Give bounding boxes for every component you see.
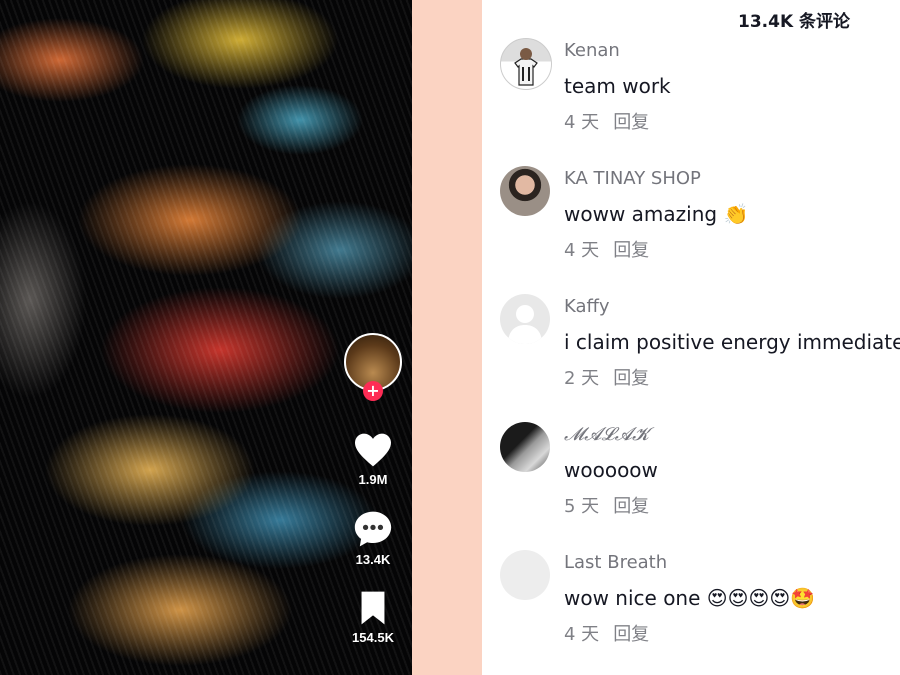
comment-item[interactable]: 𝓜𝓐𝓛𝓐𝓚 wooooow 5 天回复	[482, 422, 900, 532]
video-player[interactable]: + 1.9M 13.4K 154.5K	[0, 0, 412, 675]
follow-button[interactable]: +	[363, 381, 383, 401]
comments-header: 13.4K 条评论	[738, 12, 851, 32]
comment-text: team work	[564, 74, 671, 98]
comment-item[interactable]: KA TINAY SHOP woww amazing 👏 4 天回复	[482, 166, 900, 276]
bookmark-icon	[361, 591, 385, 625]
reply-button[interactable]: 回复	[613, 112, 649, 133]
like-count: 1.9M	[358, 472, 388, 487]
comment-username[interactable]: Kenan	[564, 40, 620, 61]
comment-count: 13.4K	[355, 552, 391, 567]
comment-bubble-icon	[354, 511, 392, 547]
avatar[interactable]	[500, 166, 550, 216]
comment-text: wooooow	[564, 458, 658, 482]
comment-username[interactable]: 𝓜𝓐𝓛𝓐𝓚	[564, 424, 649, 445]
comment-time: 5 天	[564, 496, 600, 517]
comment-time: 4 天	[564, 624, 600, 645]
avatar[interactable]	[500, 294, 550, 344]
comment-text: wow nice one 😍😍😍😍🤩	[564, 586, 816, 610]
reply-button[interactable]: 回复	[613, 368, 649, 389]
reply-button[interactable]: 回复	[613, 240, 649, 261]
comment-time: 4 天	[564, 240, 600, 261]
comment-meta: 5 天回复	[564, 492, 649, 518]
comment-username[interactable]: Kaffy	[564, 296, 610, 317]
avatar[interactable]	[500, 422, 550, 472]
avatar[interactable]	[500, 550, 550, 600]
comment-item[interactable]: Kaffy i claim positive energy immediatel…	[482, 294, 900, 404]
comment-meta: 4 天回复	[564, 620, 649, 646]
avatar[interactable]	[500, 38, 552, 90]
comment-item[interactable]: Last Breath wow nice one 😍😍😍😍🤩 4 天回复	[482, 550, 900, 660]
comments-panel[interactable]: 13.4K 条评论 Kenan team work 4 天回复 KA TINAY…	[482, 0, 900, 675]
comment-meta: 4 天回复	[564, 108, 649, 134]
like-button[interactable]: 1.9M	[340, 432, 406, 487]
default-avatar-icon	[508, 305, 542, 344]
heart-icon	[355, 433, 391, 467]
comment-button[interactable]: 13.4K	[340, 510, 406, 567]
comment-username[interactable]: Last Breath	[564, 552, 667, 573]
comment-text: i claim positive energy immediately	[564, 330, 900, 354]
comment-meta: 4 天回复	[564, 236, 649, 262]
comment-time: 4 天	[564, 112, 600, 133]
reply-button[interactable]: 回复	[613, 496, 649, 517]
bookmark-count: 154.5K	[352, 630, 394, 645]
divider-strip	[412, 0, 482, 675]
bookmark-button[interactable]: 154.5K	[340, 590, 406, 645]
comment-time: 2 天	[564, 368, 600, 389]
comment-username[interactable]: KA TINAY SHOP	[564, 168, 701, 189]
comment-text: woww amazing 👏	[564, 202, 749, 226]
jersey-icon	[514, 48, 538, 86]
reply-button[interactable]: 回复	[613, 624, 649, 645]
comment-meta: 2 天回复	[564, 364, 649, 390]
comment-item[interactable]: Kenan team work 4 天回复	[482, 38, 900, 148]
creator-avatar-group[interactable]: +	[340, 333, 406, 401]
